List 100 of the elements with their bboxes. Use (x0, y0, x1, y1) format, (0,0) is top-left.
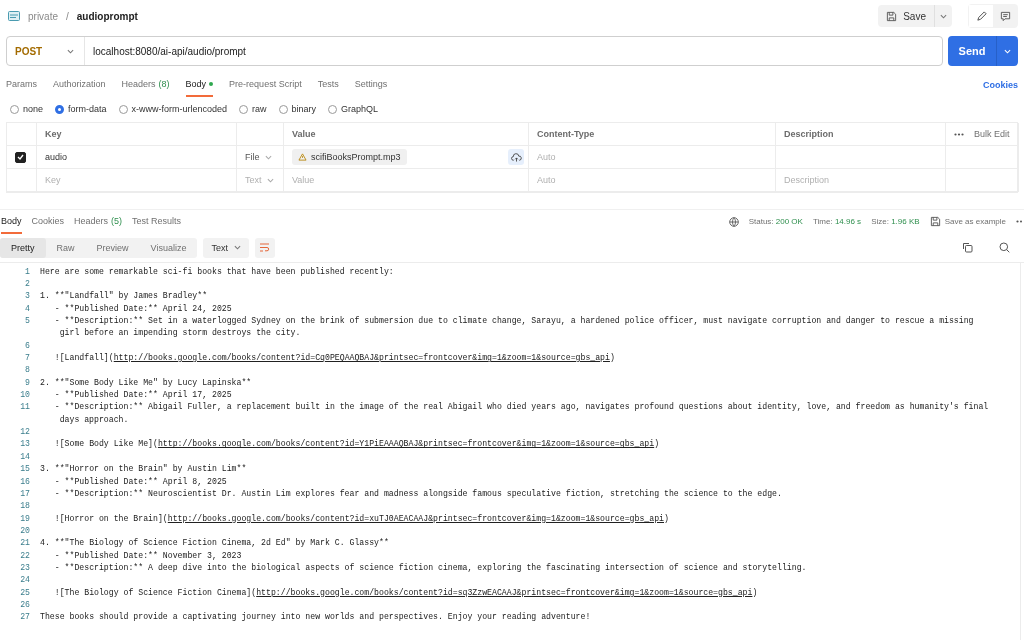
edit-button[interactable] (969, 5, 993, 27)
cookies-link[interactable]: Cookies (983, 80, 1018, 90)
response-tab[interactable]: Test Results (132, 209, 182, 234)
line-number: 23 (19, 562, 30, 572)
line-number: 15 (19, 464, 30, 474)
view-tab[interactable]: Pretty (0, 237, 46, 258)
request-tab[interactable]: Tests (317, 73, 339, 97)
line-number: 13 (19, 439, 30, 449)
code-line: 1. **"Landfall" by James Bradley** (40, 291, 208, 301)
code-line: - **Published Date:** November 3, 2023 (53, 550, 242, 560)
body-type-radio[interactable]: form-data (55, 104, 107, 114)
code-line: - **Published Date:** April 8, 2025 (53, 476, 227, 486)
line-number: 9 (24, 377, 30, 387)
response-tab[interactable]: Headers (5) (74, 209, 123, 234)
send-button[interactable]: Send (948, 36, 1018, 66)
chevron-down-icon (940, 13, 947, 19)
line-number: 14 (19, 451, 30, 461)
code-line: - **Description:** Neuroscientist Dr. Austin Lim explores fear and madness alongside famous speculative fiction, stretching the science to the edge. (53, 488, 782, 498)
line-number: 25 (19, 587, 30, 597)
request-tab[interactable]: Body (185, 73, 214, 97)
method-select[interactable]: POST (7, 37, 85, 65)
code-line: Here are some remarkable sci-fi books that have been published recently: (40, 266, 394, 276)
code-line: ![The Biology of Science Fiction Cinema]( (53, 587, 257, 597)
format-select[interactable]: Text (203, 237, 249, 258)
code-line: - **Description:** A deep dive into the biological aspects of science fiction cinema, exploring the fascinating intersection of science and storytelling. (53, 562, 807, 572)
line-number: 1 (24, 266, 30, 276)
code-line: girl before an impending storm destroys the city. (58, 328, 301, 338)
line-number: 11 (19, 402, 30, 412)
line-number: 22 (19, 550, 30, 560)
column-header: Content-Type (537, 129, 595, 139)
copy-icon[interactable] (962, 242, 973, 253)
key-field[interactable]: audio (45, 152, 68, 162)
save-as-example-button[interactable]: Save as example (929, 216, 1006, 227)
code-line: 4. **"The Biology of Science Fiction Cinema, 2d Ed" by Mark C. Glassy** (40, 538, 389, 548)
code-line: 3. **"Horror on the Brain" by Austin Lim** (40, 464, 247, 474)
save-button[interactable]: Save (878, 5, 934, 27)
request-tab[interactable]: Headers (8) (121, 73, 170, 97)
url-link[interactable]: http://books.google.com/books/content?id=Cq0PEQAAQBAJ&printsec=frontcover&img=1&zoom=1&source=gbs_api (113, 353, 610, 363)
line-number: 2 (24, 279, 30, 288)
wrap-lines-button[interactable] (254, 237, 275, 258)
more-icon[interactable] (954, 132, 964, 136)
view-tab[interactable]: Raw (45, 237, 86, 258)
url-link[interactable]: http://books.google.com/books/content?id=Y1PiEAAAQBAJ&printsec=frontcover&img=1&zoom=1&source=gbs_api (157, 439, 655, 449)
workspace-name[interactable]: private (28, 10, 58, 22)
line-number: 4 (24, 303, 30, 313)
body-type-radio[interactable]: GraphQL (328, 104, 379, 114)
code-line: - **Description:** Abigail Fuller, a replacement built in the image of the real Abigail who died years ago, navigates profound questions about identity, love, and freedom as humanity's final (53, 402, 989, 412)
url-link[interactable]: http://books.google.com/books/content?id=sq3ZzwEACAAJ&printsec=frontcover&img=1&zoom=1&source=gbs_api (256, 587, 753, 597)
view-tab[interactable]: Preview (85, 237, 140, 258)
column-header: Key (45, 129, 62, 139)
line-number: 21 (19, 538, 30, 548)
response-tab[interactable]: Cookies (31, 209, 65, 234)
chevron-down-icon (266, 177, 274, 183)
request-tab[interactable]: Pre-request Script (229, 73, 302, 97)
type-select[interactable]: File (245, 152, 272, 162)
chevron-down-icon (67, 48, 74, 54)
response-tab[interactable]: Body (1, 209, 22, 234)
upload-button[interactable] (508, 149, 524, 165)
body-type-radio[interactable]: raw (239, 104, 267, 114)
code-line: ) (654, 439, 660, 449)
line-number: 12 (19, 427, 30, 437)
bulk-edit-button[interactable]: Bulk Edit (974, 129, 1010, 139)
line-number: 8 (24, 365, 30, 375)
code-line: ) (752, 587, 758, 597)
code-line: ![Landfall]( (53, 353, 114, 363)
body-type-radio[interactable]: x-www-form-urlencoded (118, 104, 228, 114)
request-tab[interactable]: Params (6, 73, 37, 97)
pencil-icon (975, 10, 987, 22)
code-line: - **Description:** Set in a waterlogged Sydney on the brink of submersion due to climate change, Sarayu, a hardened police officer, must navigate corruption and danger to rescue a missing (53, 316, 974, 326)
row-checkbox[interactable] (15, 151, 26, 163)
request-tab[interactable]: Settings (354, 73, 388, 97)
response-stat: Status: 200 OK (748, 217, 803, 226)
column-header: Description (784, 129, 834, 139)
url-field[interactable]: localhost:8080/ai-api/audio/prompt (85, 45, 942, 57)
code-line: ) (664, 513, 669, 523)
globe-icon (728, 216, 739, 227)
search-icon[interactable] (999, 242, 1010, 253)
request-tab[interactable]: Authorization (53, 73, 106, 97)
request-name: audioprompt (76, 10, 138, 22)
url-link[interactable]: http://books.google.com/books/content?id=xuTJ0AEACAAJ&printsec=frontcover&img=1&zoom=1&source=gbs_api (167, 513, 664, 523)
line-number: 7 (24, 353, 30, 363)
line-number: 26 (19, 599, 30, 609)
cloud-upload-icon (510, 152, 522, 162)
file-chip[interactable]: scifiBooksPrompt.mp3 (292, 149, 407, 165)
body-type-radio[interactable]: none (10, 104, 44, 114)
wrap-icon (259, 243, 271, 252)
code-line: days approach. (58, 414, 129, 424)
more-icon[interactable] (1016, 220, 1022, 223)
line-number: 6 (24, 340, 30, 350)
code-line: ![Some Body Like Me]( (53, 439, 158, 449)
line-number: 20 (19, 525, 30, 535)
line-number: 16 (19, 476, 30, 486)
view-tab[interactable]: Visualize (139, 237, 198, 258)
chevron-down-icon (264, 154, 272, 160)
body-type-radio[interactable]: binary (278, 104, 317, 114)
request-url-bar[interactable]: POST localhost:8080/ai-api/audio/prompt (6, 36, 943, 66)
line-number: 18 (19, 501, 30, 511)
code-line: ![Horror on the Brain]( (53, 513, 168, 523)
http-icon (8, 11, 20, 21)
code-line: These books should provide a captivating journey into new worlds and perspectives. Enjoy your reading adventure! (40, 612, 591, 622)
